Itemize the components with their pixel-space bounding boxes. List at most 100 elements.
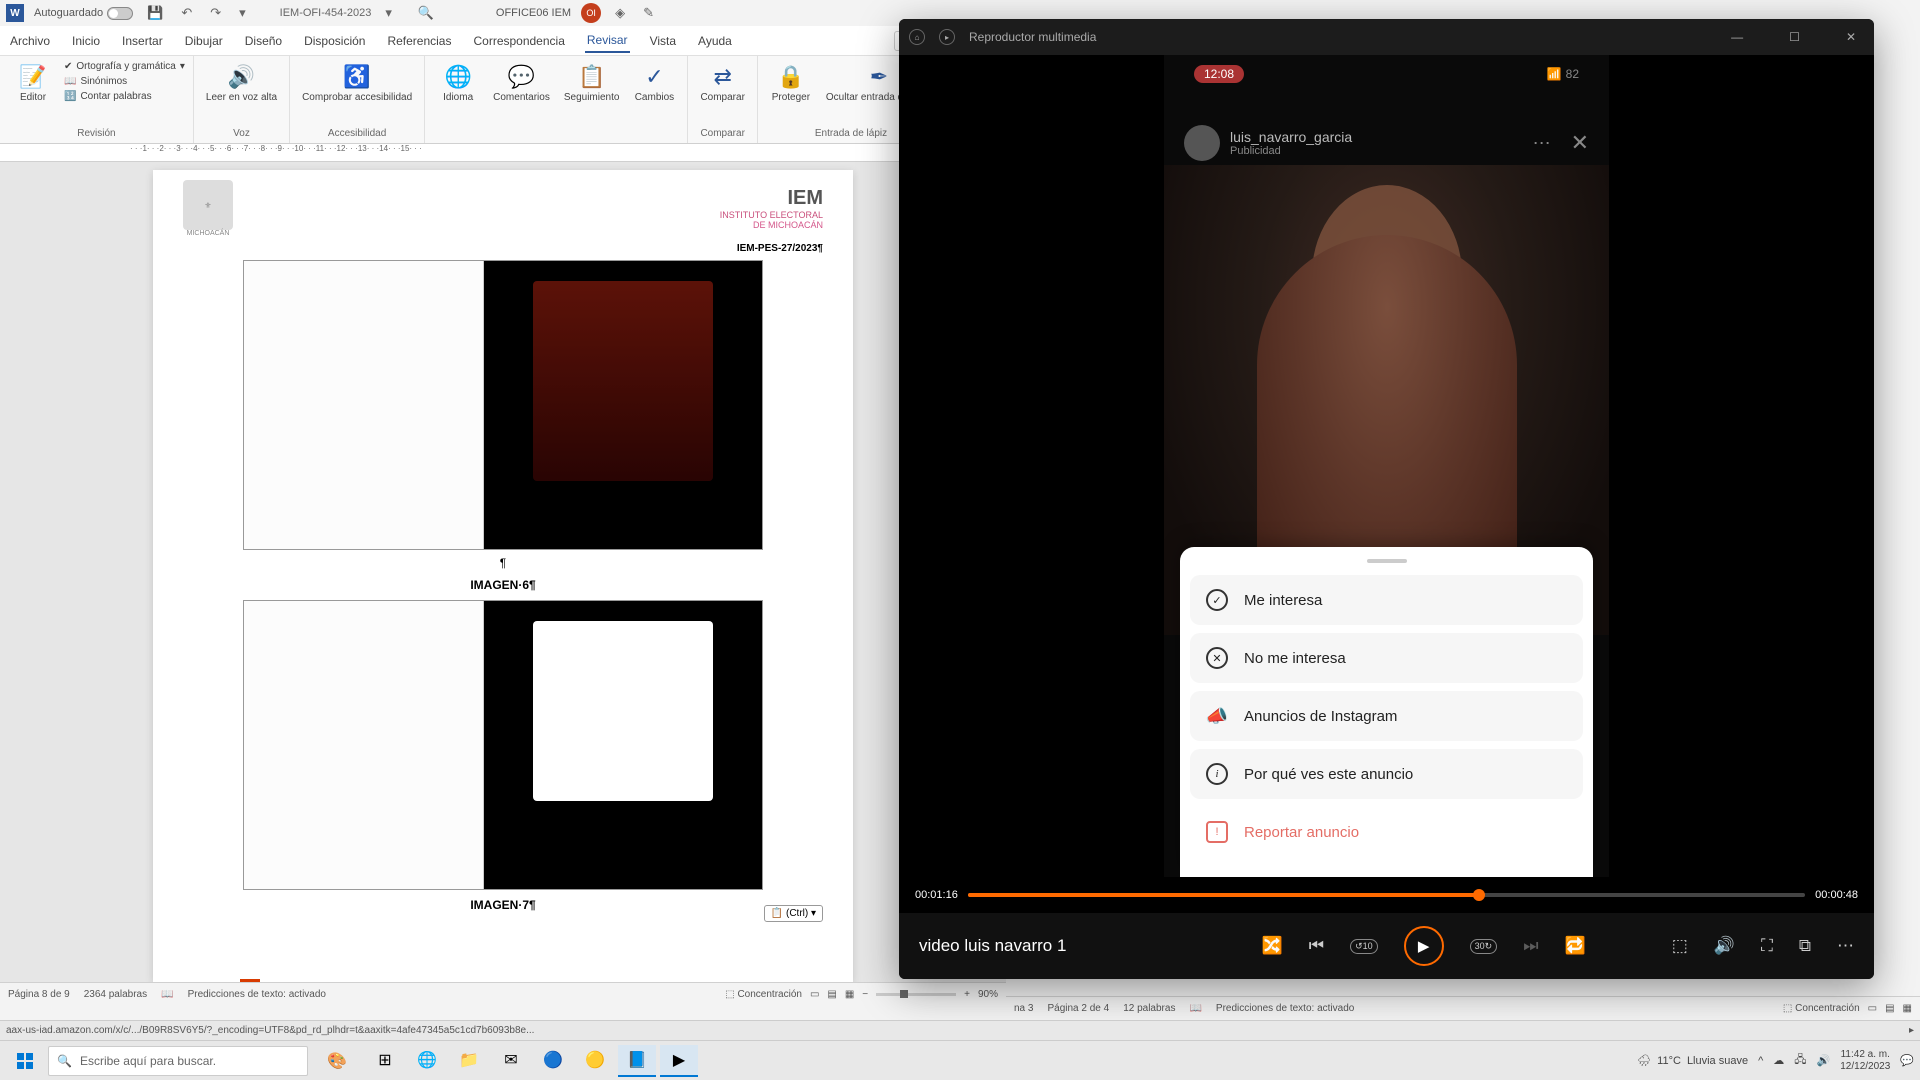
play-button[interactable]: ▶ (1404, 926, 1444, 966)
editor-button[interactable]: 📝Editor (8, 60, 58, 126)
word-count-2[interactable]: 12 palabras (1123, 1003, 1175, 1014)
skip-back-10-button[interactable]: ↺10 (1350, 939, 1378, 954)
proofing-icon[interactable]: 📖 (161, 989, 173, 1000)
taskbar-search[interactable]: 🔍 Escribe aquí para buscar. (48, 1046, 308, 1076)
page-indicator[interactable]: Página 8 de 9 (8, 989, 70, 1000)
scroll-right-icon[interactable]: ▸ (1909, 1025, 1914, 1036)
fullscreen-button[interactable]: ⛶ (1761, 936, 1773, 956)
focus-button[interactable]: ⬚ Concentración (725, 989, 802, 1000)
view-print-icon[interactable]: ▤ (827, 989, 836, 1000)
tab-file[interactable]: Archivo (8, 30, 52, 52)
pen-icon[interactable]: ✎ (639, 5, 658, 21)
view-icon-2b[interactable]: ▤ (1885, 1003, 1894, 1014)
embedded-image-1[interactable] (243, 260, 763, 550)
focus-button-2[interactable]: ⬚ Concentración (1783, 1003, 1860, 1014)
media-player-taskbar-icon[interactable]: ▶ (660, 1045, 698, 1077)
autosave-toggle[interactable]: Autoguardado (34, 7, 133, 20)
tab-draw[interactable]: Dibujar (183, 30, 225, 52)
view-icon-2a[interactable]: ▭ (1868, 1003, 1877, 1014)
word-count-button[interactable]: 🔢Contar palabras (64, 90, 185, 103)
skip-fwd-30-button[interactable]: 30↻ (1470, 939, 1498, 954)
protect-button[interactable]: 🔒Proteger (766, 60, 816, 126)
ig-more-icon[interactable]: ⋯ (1533, 133, 1551, 154)
subtitle-button[interactable]: ⬚ (1672, 936, 1688, 956)
repeat-button[interactable]: 🔁 (1565, 936, 1586, 956)
timeline-track[interactable] (968, 893, 1805, 897)
zoom-out-icon[interactable]: − (862, 989, 868, 1000)
zoom-slider[interactable] (876, 993, 956, 996)
notifications-icon[interactable]: 💬 (1900, 1054, 1914, 1067)
toggle-switch-icon[interactable] (107, 7, 133, 20)
account-avatar[interactable]: OI (581, 3, 601, 23)
read-aloud-button[interactable]: 🔊Leer en voz alta (202, 60, 281, 126)
accessibility-button[interactable]: ♿Comprobar accesibilidad (298, 60, 416, 126)
onedrive-icon[interactable]: ☁ (1773, 1054, 1784, 1067)
view-web-icon[interactable]: ▦ (845, 989, 854, 1000)
chrome-canary-icon[interactable]: 🟡 (576, 1045, 614, 1077)
close-button[interactable]: ✕ (1838, 26, 1864, 48)
volume-button[interactable]: 🔊 (1714, 936, 1735, 956)
weather-widget[interactable]: 🌧 11°C Lluvia suave (1637, 1054, 1748, 1067)
search-icon[interactable]: 🔍 (406, 5, 446, 21)
spelling-button[interactable]: ✔Ortografía y gramática ▾ (64, 60, 185, 73)
timeline-thumb[interactable] (1473, 889, 1485, 901)
save-icon[interactable]: 💾 (143, 5, 167, 21)
language-button[interactable]: 🌐Idioma (433, 60, 483, 137)
page-indicator-2[interactable]: Página 2 de 4 (1047, 1003, 1109, 1014)
sheet-not-interested[interactable]: ✕ No me interesa (1190, 633, 1583, 683)
sheet-report[interactable]: ! Reportar anuncio (1190, 807, 1583, 857)
maximize-button[interactable]: ☐ (1781, 26, 1808, 48)
tab-mailings[interactable]: Correspondencia (471, 30, 566, 52)
doc-dropdown-icon[interactable]: ▾ (381, 5, 396, 21)
mini-player-button[interactable]: ⧉ (1799, 936, 1811, 956)
zoom-level[interactable]: 90% (978, 989, 998, 1000)
mail-icon[interactable]: ✉ (492, 1045, 530, 1077)
view-icon-2c[interactable]: ▦ (1903, 1003, 1912, 1014)
redo-icon[interactable]: ↷ (206, 5, 225, 21)
ig-avatar[interactable] (1184, 125, 1220, 161)
home-icon[interactable]: ⌂ (909, 29, 925, 45)
sheet-interested[interactable]: ✓ Me interesa (1190, 575, 1583, 625)
ig-close-icon[interactable]: ✕ (1571, 130, 1589, 156)
sheet-why-ad[interactable]: i Por qué ves este anuncio (1190, 749, 1583, 799)
volume-tray-icon[interactable]: 🔊 (1817, 1054, 1831, 1067)
predictions-2[interactable]: Predicciones de texto: activado (1216, 1003, 1354, 1014)
compare-button[interactable]: ⇄Comparar (696, 60, 748, 126)
chrome-icon[interactable]: 🔵 (534, 1045, 572, 1077)
diamond-icon[interactable]: ◈ (611, 5, 629, 21)
paste-options-button[interactable]: 📋 (Ctrl) ▾ (764, 905, 823, 922)
clock[interactable]: 11:42 a. m. 12/12/2023 (1840, 1049, 1890, 1073)
changes-button[interactable]: ✓Cambios (629, 60, 679, 137)
start-button[interactable] (6, 1045, 44, 1077)
tab-help[interactable]: Ayuda (696, 30, 734, 52)
sheet-ig-ads[interactable]: 📣 Anuncios de Instagram (1190, 691, 1583, 741)
edge-icon[interactable]: 🌐 (408, 1045, 446, 1077)
tab-design[interactable]: Diseño (243, 30, 284, 52)
word-count-indicator[interactable]: 2364 palabras (84, 989, 147, 1000)
qat-dropdown-icon[interactable]: ▾ (235, 5, 250, 21)
ig-username[interactable]: luis_navarro_garcia (1230, 129, 1352, 145)
sheet-handle[interactable] (1367, 559, 1407, 563)
undo-icon[interactable]: ↶ (177, 5, 196, 21)
document-area[interactable]: ⚜ MICHOACÁN IEM INSTITUTO ELECTORAL DE M… (0, 162, 1006, 982)
comments-button[interactable]: 💬Comentarios (489, 60, 554, 137)
explorer-icon[interactable]: 📁 (450, 1045, 488, 1077)
tab-insert[interactable]: Insertar (120, 30, 165, 52)
timeline[interactable]: 00:01:16 00:00:48 (899, 883, 1874, 907)
zoom-in-icon[interactable]: + (964, 989, 970, 1000)
video-area[interactable]: 12:08 📶82 luis_navarro_garcia Publicidad… (899, 55, 1874, 877)
ruler[interactable]: · · ·1· · ·2· · ·3· · ·4· · ·5· · ·6· · … (0, 144, 1006, 162)
embedded-image-2[interactable] (243, 600, 763, 890)
network-icon[interactable]: 🖧 (1794, 1051, 1806, 1070)
proofing-icon-2[interactable]: 📖 (1189, 1003, 1201, 1014)
tab-review[interactable]: Revisar (585, 29, 630, 53)
play-circle-icon[interactable]: ▸ (939, 29, 955, 45)
minimize-button[interactable]: — (1723, 26, 1751, 48)
tab-references[interactable]: Referencias (385, 30, 453, 52)
thesaurus-button[interactable]: 📖Sinónimos (64, 75, 185, 88)
next-button[interactable]: ⏭ (1523, 936, 1538, 956)
tab-view[interactable]: Vista (648, 30, 678, 52)
view-read-icon[interactable]: ▭ (810, 989, 819, 1000)
cortana-doodle[interactable]: 🎨 (312, 1045, 362, 1077)
shuffle-button[interactable]: 🔀 (1262, 936, 1283, 956)
